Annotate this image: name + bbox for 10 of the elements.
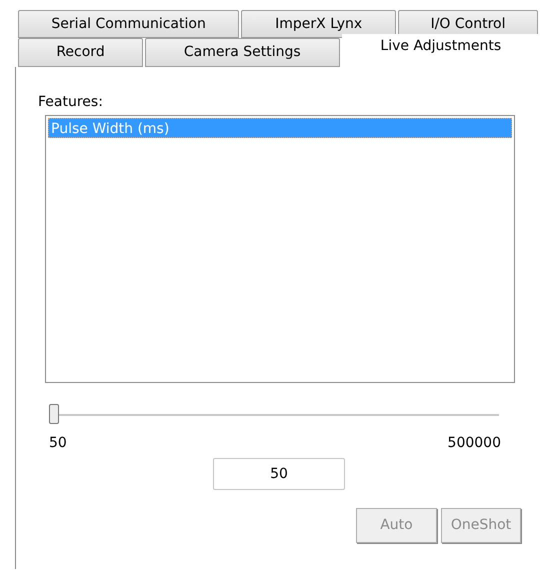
tab[interactable]: Camera Settings [145,38,340,67]
tab[interactable]: ImperX Lynx [241,10,396,38]
slider[interactable] [49,403,499,427]
slider-thumb[interactable] [49,404,59,424]
min-value-label: 50 [49,434,67,453]
max-value-label: 500000 [448,434,501,453]
features-label: Features: [38,93,104,111]
tab[interactable]: Serial Communication [18,10,240,38]
value-input-field[interactable]: 50 [213,458,345,490]
tab[interactable]: Record [18,38,144,67]
